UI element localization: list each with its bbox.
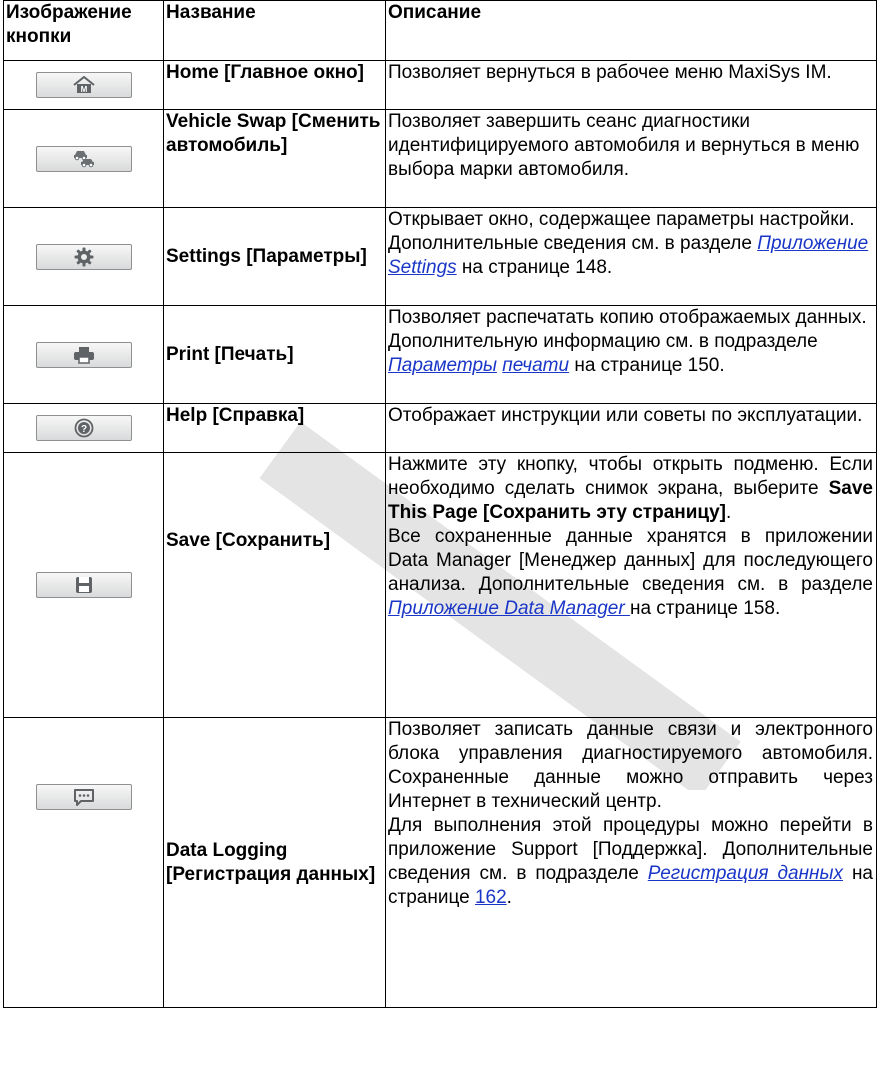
vehicle-swap-button[interactable] — [35, 145, 132, 172]
row-name-home: Home [Главное окно] — [163, 60, 386, 110]
data-manager-app-link[interactable]: Приложение Data Manager — [388, 598, 630, 619]
page-162-link[interactable]: 162 — [475, 887, 507, 908]
table-row-print: Print [Печать] Позволяет распечатать коп… — [3, 305, 877, 404]
row-desc-vehicle-swap: Позволяет завершить сеанс диагностики ид… — [385, 109, 877, 208]
chat-message-icon — [73, 789, 94, 806]
row-name-settings: Settings [Параметры] — [163, 207, 386, 306]
header-image: Изображение кнопки — [3, 0, 164, 61]
row-name-save: Save [Сохранить] — [163, 452, 386, 718]
help-button[interactable]: ? — [35, 415, 132, 441]
home-icon: M — [72, 76, 95, 94]
table-row-vehicle-swap: Vehicle Swap [Сменить автомобиль] Позвол… — [3, 109, 877, 208]
settings-button[interactable] — [35, 243, 132, 270]
print-settings-link-1[interactable]: Параметры — [388, 355, 497, 376]
floppy-disk-icon — [75, 577, 92, 593]
table-row-data-logging: Data Logging [Регистрация данных] Позвол… — [3, 717, 877, 1008]
table-row-settings: Settings [Параметры] Открывает окно, сод… — [3, 207, 877, 306]
row-name-vehicle-swap: Vehicle Swap [Сменить автомобиль] — [163, 109, 386, 208]
data-logging-button[interactable] — [35, 784, 132, 810]
table-row-home: M Home [Главное окно] Позволяет вернутьс… — [3, 60, 877, 110]
row-desc-settings: Открывает окно, содержащее параметры нас… — [385, 207, 877, 306]
row-name-data-logging: Data Logging [Регистрация данных] — [163, 717, 386, 1008]
row-desc-home: Позволяет вернуться в рабочее меню MaxiS… — [385, 60, 877, 110]
row-name-help: Help [Справка] — [163, 403, 386, 453]
save-button[interactable] — [35, 572, 132, 598]
data-logging-link[interactable]: Регистрация данных — [648, 863, 843, 884]
print-button[interactable] — [35, 341, 132, 368]
print-settings-link-2[interactable]: печати — [502, 355, 569, 376]
svg-text:M: M — [80, 85, 87, 94]
row-name-print: Print [Печать] — [163, 305, 386, 404]
printer-icon — [73, 346, 94, 364]
row-desc-help: Отображает инструкции или советы по эксп… — [385, 403, 877, 453]
header-description: Описание — [385, 0, 877, 61]
vehicle-swap-icon — [73, 150, 94, 167]
table-row-help: ? Help [Справка] Отображает инструкции и… — [3, 403, 877, 453]
row-desc-save: Нажмите эту кнопку, чтобы открыть подмен… — [385, 452, 877, 718]
home-button[interactable]: M — [35, 72, 132, 98]
button-reference-table: Изображение кнопки Название Описание M H… — [3, 0, 877, 1008]
gear-icon — [74, 247, 93, 266]
help-icon: ? — [74, 418, 93, 438]
row-desc-data-logging: Позволяет записать данные связи и электр… — [385, 717, 877, 1008]
svg-text:?: ? — [80, 424, 86, 435]
row-desc-print: Позволяет распечатать копию отображаемых… — [385, 305, 877, 404]
table-header-row: Изображение кнопки Название Описание — [3, 0, 877, 61]
header-name: Название — [163, 0, 386, 61]
table-row-save: Save [Сохранить] Нажмите эту кнопку, что… — [3, 452, 877, 718]
